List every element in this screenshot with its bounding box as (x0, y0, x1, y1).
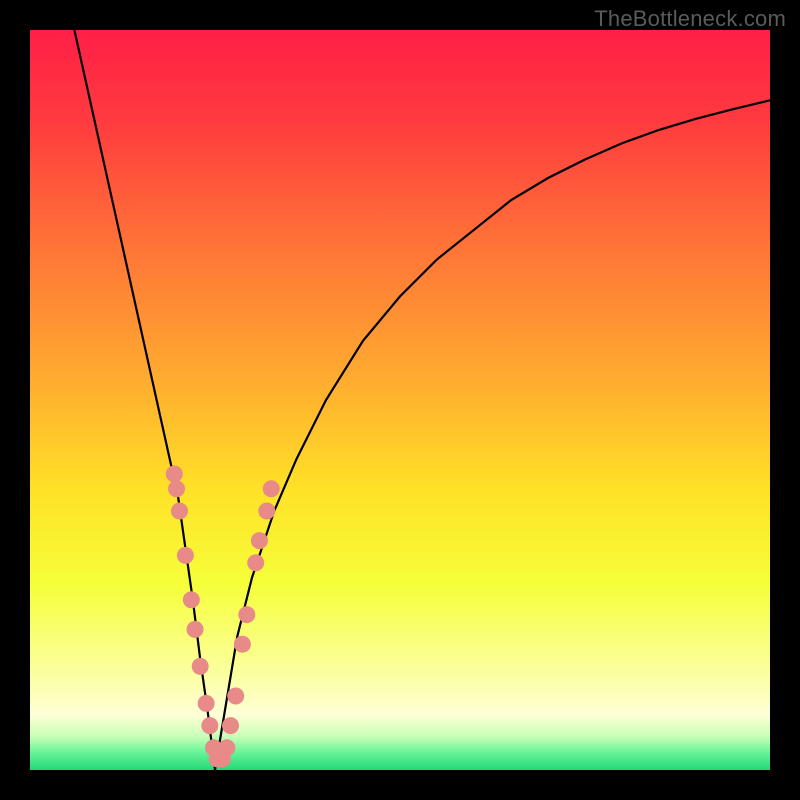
data-marker (168, 480, 185, 497)
watermark-text: TheBottleneck.com (594, 6, 786, 32)
plot-area (30, 30, 770, 770)
data-marker (234, 636, 251, 653)
data-marker (247, 554, 264, 571)
data-marker (198, 695, 215, 712)
data-marker (201, 717, 218, 734)
data-marker (183, 591, 200, 608)
data-marker (166, 466, 183, 483)
chart-frame: TheBottleneck.com (0, 0, 800, 800)
data-marker (251, 532, 268, 549)
bottleneck-curve (74, 30, 770, 770)
data-marker (238, 606, 255, 623)
data-marker (263, 480, 280, 497)
chart-svg (30, 30, 770, 770)
data-marker (218, 739, 235, 756)
data-marker (222, 717, 239, 734)
data-marker (177, 547, 194, 564)
data-marker (171, 503, 188, 520)
data-marker (258, 503, 275, 520)
data-marker (187, 621, 204, 638)
data-marker (227, 688, 244, 705)
data-marker (192, 658, 209, 675)
